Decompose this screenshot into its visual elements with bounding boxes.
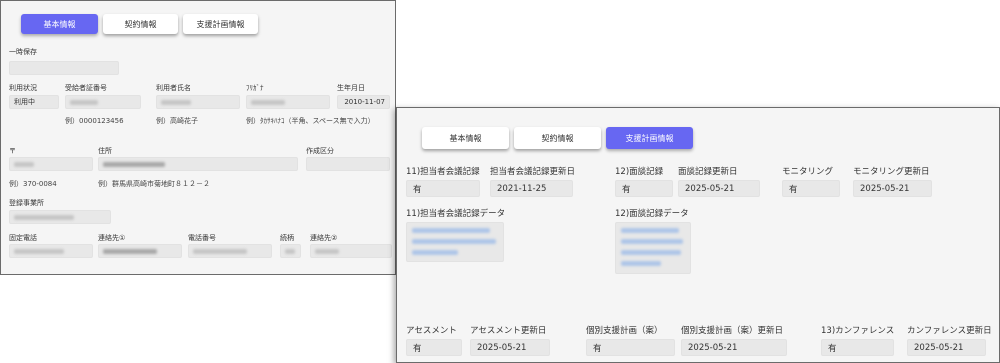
meeting11-label: 11)担当者会議記録 [406,167,480,177]
redacted-text [251,99,285,105]
redacted-text [103,248,157,254]
kana-label: ﾌﾘｶﾞﾅ [246,84,264,92]
individual-plan-field[interactable]: 有 [586,339,675,356]
tab-support-plan-info[interactable]: 支援計画情報 [606,127,693,149]
tab-support-plan-info[interactable]: 支援計画情報 [183,14,258,34]
user-name-label: 利用者氏名 [156,84,191,92]
meeting11-date-label: 担当者会議記録更新日 [490,167,576,177]
redacted-text [161,99,191,105]
conference13-label: 13)カンファレンス [821,326,895,336]
support-plan-panel: 基本情報 契約情報 支援計画情報 11)担当者会議記録 有 担当者会議記録更新日… [396,107,1000,363]
redacted-text [14,214,74,220]
phone-field[interactable] [188,244,272,258]
kana-field[interactable] [246,95,330,109]
monitoring-date-field[interactable]: 2025-05-21 [853,180,932,197]
monitoring-date-label: モニタリング更新日 [853,167,930,177]
meeting11-date-field[interactable]: 2021-11-25 [490,180,573,197]
address-label: 住所 [98,147,112,155]
interview12-data-label: 12)面談記録データ [615,209,689,219]
status-label: 利用状況 [9,84,37,92]
user-name-field[interactable] [156,95,240,109]
birth-date-field[interactable]: 2010-11-07 [337,95,390,109]
landline-label: 固定電話 [9,234,37,242]
relation-label: 続柄 [280,234,294,242]
conference13-date-field[interactable]: 2025-05-21 [907,339,986,356]
redacted-link[interactable] [412,239,496,244]
interview12-date-field[interactable]: 2025-05-21 [678,180,760,197]
interview12-field[interactable]: 有 [615,180,673,197]
created-section-label: 作成区分 [306,147,334,155]
interview12-data-area[interactable] [615,222,691,274]
redacted-link[interactable] [412,250,458,255]
individual-plan-date-field[interactable]: 2025-05-21 [681,339,787,356]
postal-code-label: 〒 [9,147,16,155]
kana-example: 例）ﾀｶｻｷﾊﾅｺ（半角、スペース無で入力） [246,117,375,125]
interview12-date-label: 面談記録更新日 [678,167,738,177]
cert-no-field[interactable] [65,95,141,109]
redacted-link[interactable] [621,250,681,255]
assessment-date-label: アセスメント更新日 [470,326,547,336]
cert-no-example: 例）0000123456 [65,117,124,125]
office-field[interactable] [9,210,111,224]
postal-code-example: 例）370-0084 [9,180,57,188]
status-field[interactable]: 利用中 [9,95,59,109]
redacted-text [14,161,34,167]
birth-date-label: 生年月日 [337,84,365,92]
redacted-link[interactable] [621,261,661,266]
tab-basic-info[interactable]: 基本情報 [21,14,98,34]
conference13-date-label: カンファレンス更新日 [907,326,992,336]
redacted-text [193,248,247,254]
redacted-link[interactable] [621,228,679,233]
redacted-text [285,248,295,254]
individual-plan-date-label: 個別支援計画（案）更新日 [681,326,784,336]
assessment-field[interactable]: 有 [406,339,462,356]
redacted-link[interactable] [621,239,683,244]
meeting11-field[interactable]: 有 [406,180,480,197]
monitoring-label: モニタリング [782,167,834,177]
tab-contract-info[interactable]: 契約情報 [103,14,178,34]
tab-basic-info[interactable]: 基本情報 [422,127,509,149]
meeting11-data-label: 11)担当者会議記録データ [406,209,506,219]
assessment-label: アセスメント [406,326,457,336]
temp-save-label: 一時保存 [9,48,37,56]
landline-field[interactable] [9,244,93,258]
redacted-text [14,248,64,254]
redacted-text [70,99,98,105]
address-field[interactable] [98,157,298,171]
user-name-example: 例）高崎花子 [156,117,198,125]
cert-no-label: 受給者証番号 [65,84,107,92]
address-example: 例）群馬県高崎市菊地町８１２－２ [98,180,210,188]
postal-code-field[interactable] [9,157,93,171]
contact2-field[interactable] [310,244,392,258]
created-section-field[interactable] [306,157,390,171]
assessment-date-field[interactable]: 2025-05-21 [470,339,550,356]
monitoring-field[interactable]: 有 [782,180,840,197]
temp-save-field[interactable] [9,61,119,75]
phone-label: 電話番号 [188,234,216,242]
interview12-label: 12)面談記録 [615,167,664,177]
relation-field[interactable] [280,244,301,258]
conference13-field[interactable]: 有 [821,339,894,356]
contact1-field[interactable] [98,244,182,258]
meeting11-data-area[interactable] [406,222,504,262]
redacted-text [103,161,165,167]
tab-contract-info[interactable]: 契約情報 [514,127,601,149]
office-label: 登録事業所 [9,199,44,207]
redacted-text [315,248,339,254]
individual-plan-label: 個別支援計画（案） [586,326,663,336]
contact1-label: 連絡先① [98,234,126,242]
basic-info-panel: 基本情報 契約情報 支援計画情報 一時保存 利用状況 利用中 受給者証番号 例）… [0,0,396,275]
contact2-label: 連絡先② [310,234,338,242]
redacted-link[interactable] [412,228,490,233]
